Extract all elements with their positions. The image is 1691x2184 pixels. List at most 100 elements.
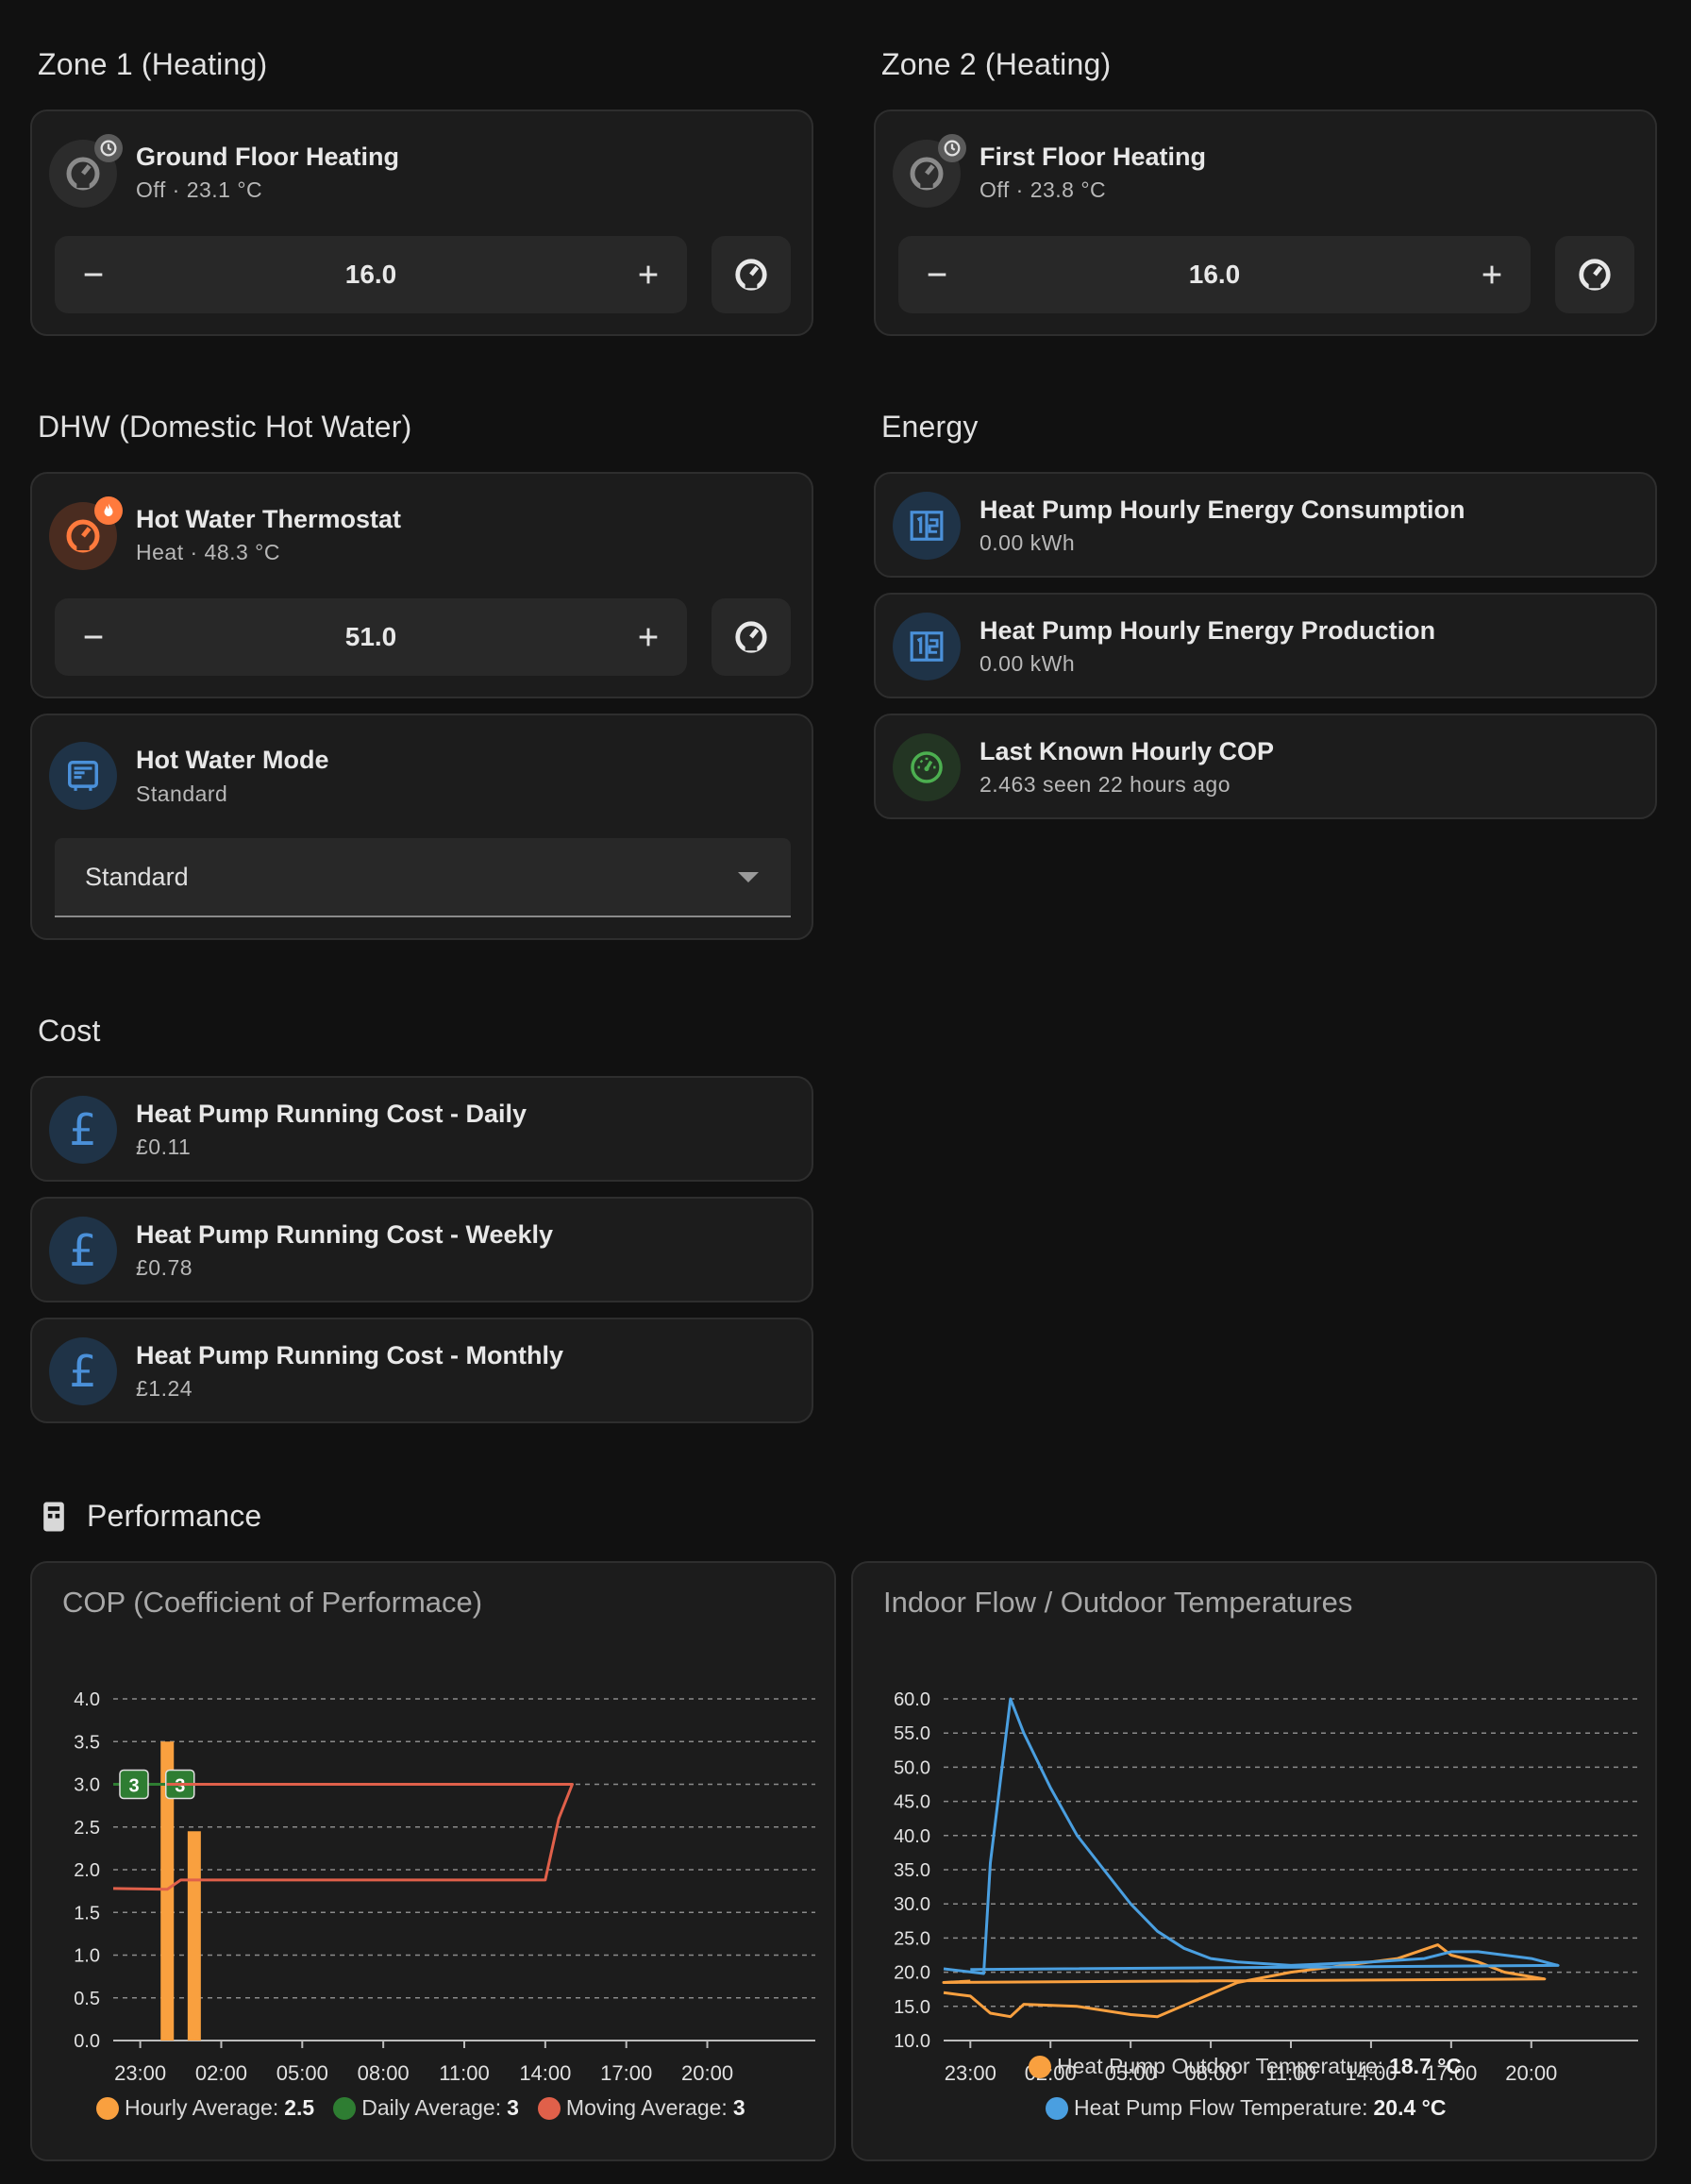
tile-name: Heat Pump Hourly Energy Consumption <box>979 496 1465 524</box>
currency-gbp-icon: £ <box>49 1096 117 1164</box>
setpoint-stepper[interactable]: 16.0 <box>55 236 687 313</box>
energy-consumption-card[interactable]: Heat Pump Hourly Energy Consumption 0.00… <box>874 472 1657 578</box>
thermostat-mode-icon <box>735 621 767 653</box>
hot-water-mode-card[interactable]: Hot Water Mode Standard Standard <box>30 714 813 940</box>
hvac-mode-button[interactable] <box>712 236 791 313</box>
hvac-mode-button[interactable] <box>1555 236 1634 313</box>
tile-state: Standard <box>136 781 228 806</box>
clock-badge-icon <box>938 134 966 162</box>
temp-legend-outdoor[interactable]: Heat Pump Outdoor Temperature:18.7 °C <box>1029 2054 1462 2079</box>
legend-dot <box>96 2096 119 2120</box>
legend-label: Daily Average <box>361 2095 495 2120</box>
tile-name: First Floor Heating <box>979 143 1207 171</box>
legend-item[interactable]: Hourly Average:2.5 <box>96 2095 314 2121</box>
legend-dot <box>1029 2055 1051 2078</box>
y-tick-label: 15.0 <box>894 1997 930 2018</box>
end-label: 3 <box>175 1776 185 1797</box>
hvac-mode-button[interactable] <box>712 598 791 676</box>
setpoint-stepper[interactable]: 16.0 <box>898 236 1531 313</box>
zone2-title: Zone 2 (Heating) <box>881 47 1112 81</box>
end-label: 3 <box>128 1776 139 1797</box>
tile-name: Heat Pump Running Cost - Monthly <box>136 1341 563 1369</box>
y-tick-label: 35.0 <box>894 1860 930 1881</box>
zone1-thermostat-card[interactable]: Ground Floor Heating Off · 23.1 °C 16.0 <box>30 109 813 336</box>
tile-name: Hot Water Thermostat <box>136 505 402 533</box>
counter-icon <box>893 492 961 560</box>
x-tick-label: 11:00 <box>439 2061 489 2085</box>
dhw-title: DHW (Domestic Hot Water) <box>38 410 412 444</box>
cost-monthly-card[interactable]: £ Heat Pump Running Cost - Monthly £1.24 <box>30 1318 813 1423</box>
bar <box>187 1831 201 2041</box>
legend-dot <box>537 2096 561 2120</box>
y-tick-label: 30.0 <box>894 1894 930 1915</box>
y-tick-label: 0.5 <box>74 1989 100 2009</box>
increase-button[interactable] <box>610 598 687 676</box>
chevron-down-icon <box>738 872 759 882</box>
tile-name: Ground Floor Heating <box>136 143 399 171</box>
legend-item[interactable]: Daily Average:3 <box>333 2095 519 2121</box>
tile-state: 0.00 kWh <box>979 651 1076 676</box>
thermostat-mode-icon <box>1579 259 1611 291</box>
energy-production-card[interactable]: Heat Pump Hourly Energy Production 0.00 … <box>874 593 1657 698</box>
y-tick-label: 2.5 <box>74 1818 100 1839</box>
tile-state: £1.24 <box>136 1376 193 1401</box>
legend-value: 2.5 <box>284 2095 315 2120</box>
cop-legend: Hourly Average:2.5 Daily Average:3 Movin… <box>96 2095 764 2121</box>
increase-button[interactable] <box>1453 236 1531 313</box>
cost-weekly-card[interactable]: £ Heat Pump Running Cost - Weekly £0.78 <box>30 1197 813 1302</box>
y-tick-label: 55.0 <box>894 1723 930 1744</box>
x-tick-label: 02:00 <box>195 2061 247 2085</box>
legend-value: 3 <box>507 2095 519 2120</box>
legend-label: Heat Pump Flow Temperature <box>1074 2095 1363 2120</box>
setpoint-stepper[interactable]: 51.0 <box>55 598 687 676</box>
tile-name: Heat Pump Running Cost - Daily <box>136 1100 527 1128</box>
temperature-chart-card: Indoor Flow / Outdoor Temperatures 10.0 1… <box>851 1561 1657 2161</box>
zone2-thermostat-card[interactable]: First Floor Heating Off · 23.8 °C 16.0 <box>874 109 1657 336</box>
gauge-icon <box>893 733 961 801</box>
tile-state: 0.00 kWh <box>979 530 1076 555</box>
hot-water-thermostat-card[interactable]: Hot Water Thermostat Heat · 48.3 °C 51.0 <box>30 472 813 698</box>
x-tick-label: 14:00 <box>519 2061 571 2085</box>
legend-dot <box>333 2096 357 2120</box>
legend-dot <box>1046 2096 1068 2120</box>
cost-daily-card[interactable]: £ Heat Pump Running Cost - Daily £0.11 <box>30 1076 813 1182</box>
temperature-chart: 10.0 15.0 20.0 25.0 30.0 35.0 40.0 45.0 50.0 55.0… <box>894 1689 1638 2085</box>
y-tick-label: 0.0 <box>74 2031 100 2052</box>
x-tick-label: 20:00 <box>1505 2061 1557 2085</box>
tile-state: 2.463 seen 22 hours ago <box>979 772 1231 797</box>
tile-name: Hot Water Mode <box>136 746 329 774</box>
x-tick-label: 20:00 <box>681 2061 733 2085</box>
tile-name: Heat Pump Hourly Energy Production <box>979 616 1436 645</box>
select-value: Standard <box>85 863 189 891</box>
last-known-cop-card[interactable]: Last Known Hourly COP 2.463 seen 22 hour… <box>874 714 1657 819</box>
legend-label: Heat Pump Outdoor Temperature <box>1057 2054 1378 2078</box>
legend-label: Moving Average <box>565 2095 722 2120</box>
water-heater-icon <box>49 742 117 810</box>
legend-item[interactable]: Moving Average:3 <box>537 2095 745 2121</box>
x-tick-label: 05:00 <box>276 2061 328 2085</box>
increase-button[interactable] <box>610 236 687 313</box>
y-tick-label: 20.0 <box>894 1963 930 1984</box>
y-tick-label: 50.0 <box>894 1757 930 1778</box>
energy-title: Energy <box>881 410 979 444</box>
hot-water-mode-select[interactable]: Standard <box>55 838 791 917</box>
temp-legend-flow[interactable]: Heat Pump Flow Temperature:20.4 °C <box>1046 2095 1446 2121</box>
y-tick-label: 1.5 <box>74 1903 100 1924</box>
legend-value: 3 <box>732 2095 745 2120</box>
x-tick-label: 23:00 <box>114 2061 166 2085</box>
y-tick-label: 45.0 <box>894 1792 930 1813</box>
x-tick-label: 23:00 <box>945 2061 996 2085</box>
y-tick-label: 25.0 <box>894 1928 930 1949</box>
tile-state: Off · 23.1 °C <box>136 177 263 202</box>
legend-label: Hourly Average <box>125 2095 273 2120</box>
setpoint-value: 16.0 <box>1188 260 1241 289</box>
chart-title: Indoor Flow / Outdoor Temperatures <box>883 1586 1353 1619</box>
performance-title: Performance <box>87 1499 262 1533</box>
setpoint-value: 51.0 <box>344 622 397 651</box>
currency-gbp-icon: £ <box>49 1337 117 1405</box>
tile-state: £0.11 <box>136 1134 192 1159</box>
flame-badge-icon <box>94 496 123 525</box>
legend-value: 18.7 °C <box>1389 2054 1463 2078</box>
legend-value: 20.4 °C <box>1373 2095 1447 2120</box>
heat-pump-icon <box>42 1501 66 1537</box>
